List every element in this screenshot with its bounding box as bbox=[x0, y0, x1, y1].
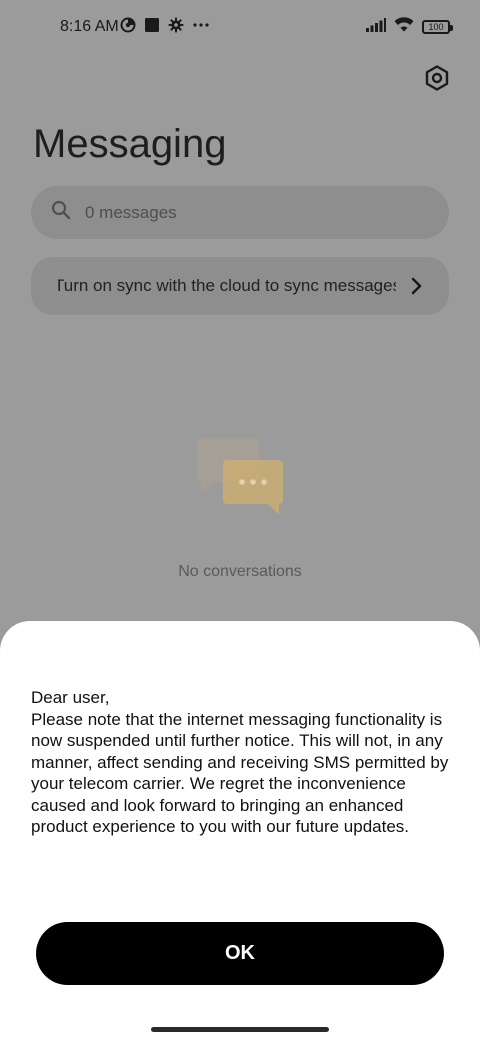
wifi-icon bbox=[394, 17, 414, 37]
more-dots-icon bbox=[192, 17, 210, 38]
data-saver-icon bbox=[120, 17, 136, 38]
dialog-message: Dear user, Please note that the internet… bbox=[31, 688, 449, 836]
status-icons-right: 100 bbox=[366, 17, 453, 37]
ok-button[interactable]: OK bbox=[36, 922, 444, 985]
square-notification-icon bbox=[144, 17, 160, 38]
sync-text-wrap: Turn on sync with the cloud to sync mess… bbox=[58, 257, 396, 315]
chevron-right-icon bbox=[407, 275, 427, 297]
gear-icon bbox=[168, 17, 184, 38]
chat-bubbles-icon bbox=[195, 436, 287, 516]
home-indicator[interactable] bbox=[151, 1027, 329, 1032]
search-bar[interactable] bbox=[31, 186, 449, 239]
signal-icon bbox=[366, 17, 386, 37]
suspension-dialog: Dear user, Please note that the internet… bbox=[0, 621, 480, 1040]
page-title: Messaging bbox=[33, 122, 227, 166]
status-bar: 8:16 AM 100 bbox=[0, 0, 480, 56]
search-icon bbox=[51, 200, 71, 225]
status-icons-left bbox=[120, 17, 210, 38]
sync-banner-text: Turn on sync with the cloud to sync mess… bbox=[58, 276, 396, 295]
sync-banner[interactable]: Turn on sync with the cloud to sync mess… bbox=[31, 257, 449, 315]
status-time: 8:16 AM bbox=[60, 18, 119, 35]
settings-hexagon-icon bbox=[424, 64, 450, 96]
battery-icon: 100 bbox=[422, 20, 453, 34]
empty-state-text: No conversations bbox=[178, 563, 302, 580]
settings-button[interactable] bbox=[421, 64, 453, 96]
search-input[interactable] bbox=[83, 201, 387, 224]
